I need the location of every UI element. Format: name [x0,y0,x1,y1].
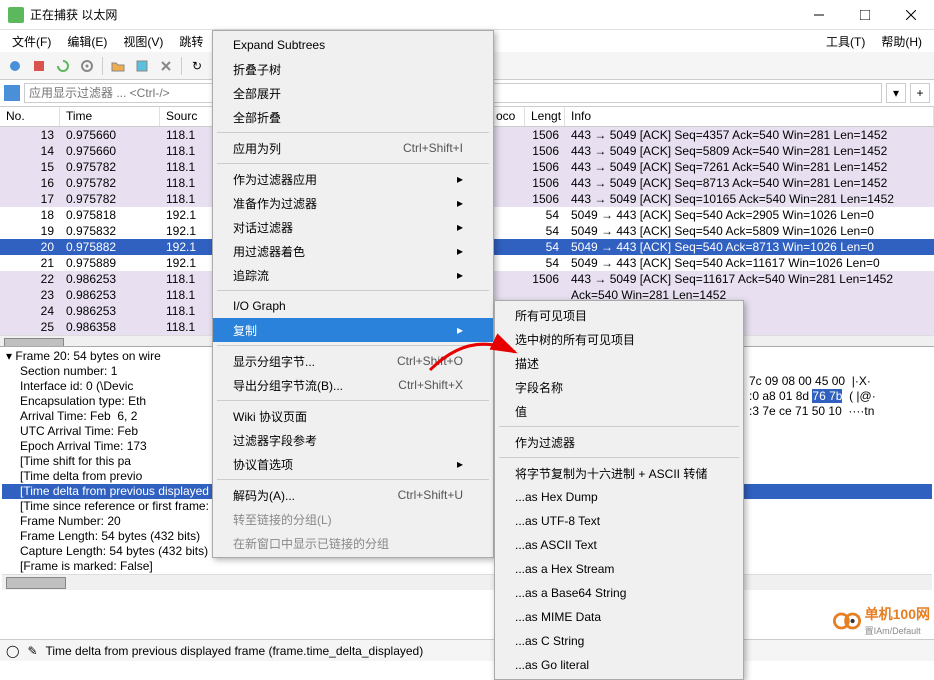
filter-add-button[interactable]: + [910,83,930,103]
hex-line[interactable]: :0 a8 01 8d 76 7b ( |@· [749,389,934,404]
packet-bytes[interactable]: 7c 09 08 00 45 00 |·X·:0 a8 01 8d 76 7b … [749,374,934,434]
menu-item[interactable]: ...as Hex Dump [495,485,743,509]
details-hscroll[interactable] [2,574,932,590]
menu-item[interactable]: 全部展开 [213,81,493,105]
watermark-name: 单机100网 [865,604,930,624]
statusbar: ◯ ✎ Time delta from previous displayed f… [0,639,934,661]
column-length[interactable]: Lengt [525,107,565,126]
menu-item[interactable]: 所有可见项目 [495,303,743,327]
watermark-logo: 单机100网 置IAm/Default [833,604,930,637]
filter-expression-button[interactable]: ▾ [886,83,906,103]
menu-item[interactable]: I/O Graph [213,294,493,318]
app-icon [8,7,24,23]
minimize-button[interactable] [796,0,842,30]
menu-item: 转至链接的分组(L) [213,507,493,531]
menu-item[interactable]: 应用为列Ctrl+Shift+I [213,136,493,160]
start-capture-icon[interactable] [4,55,26,77]
column-time[interactable]: Time [60,107,160,126]
menu-item[interactable]: 过滤器字段参考 [213,428,493,452]
menu-item[interactable]: 描述 [495,351,743,375]
bookmark-icon[interactable] [4,85,20,101]
menu-item[interactable]: Expand Subtrees [213,33,493,57]
menu-item[interactable]: 字段名称 [495,375,743,399]
menu-item[interactable]: ...as ASCII Text [495,533,743,557]
close-file-icon[interactable] [155,55,177,77]
open-file-icon[interactable] [107,55,129,77]
titlebar: 正在捕获 以太网 [0,0,934,30]
menu-tools[interactable]: 工具(T) [818,31,873,52]
menu-item[interactable]: 选中树的所有可见项目 [495,327,743,351]
menu-item[interactable]: 用过滤器着色▸ [213,239,493,263]
column-info[interactable]: Info [565,107,934,126]
menu-item[interactable]: 解码为(A)...Ctrl+Shift+U [213,483,493,507]
menu-item[interactable]: Wiki 协议页面 [213,404,493,428]
menu-item[interactable]: 协议首选项▸ [213,452,493,476]
menu-item[interactable]: ...as C String [495,629,743,653]
window-title: 正在捕获 以太网 [30,6,796,23]
menu-item[interactable]: 全部折叠 [213,105,493,129]
menu-item[interactable]: 作为过滤器 [495,430,743,454]
menu-item[interactable]: 将字节复制为十六进制 + ASCII 转储 [495,461,743,485]
context-menu-main[interactable]: Expand Subtrees折叠子树全部展开全部折叠应用为列Ctrl+Shif… [212,30,494,558]
menu-item: 在新窗口中显示已链接的分组 [213,531,493,555]
menu-item[interactable]: 折叠子树 [213,57,493,81]
watermark-sub: 置IAm/Default [865,624,930,637]
menu-item[interactable]: 值 [495,399,743,423]
stop-capture-icon[interactable] [28,55,50,77]
save-file-icon[interactable] [131,55,153,77]
detail-line[interactable]: [Frame is marked: False] [2,559,932,574]
menu-item[interactable]: ...as a Hex Stream [495,557,743,581]
maximize-button[interactable] [842,0,888,30]
capture-options-icon[interactable] [76,55,98,77]
edit-icon[interactable]: ✎ [27,644,37,658]
menu-item[interactable]: 追踪流▸ [213,263,493,287]
hex-line[interactable]: :3 7e ce 71 50 10 ····tn [749,404,934,419]
menu-item[interactable]: 作为过滤器应用▸ [213,167,493,191]
status-icon: ◯ [6,644,19,658]
close-button[interactable] [888,0,934,30]
menu-edit[interactable]: 编辑(E) [59,31,115,52]
menu-item[interactable]: 对话过滤器▸ [213,215,493,239]
column-no[interactable]: No. [0,107,60,126]
menu-item[interactable]: 复制▸ [213,318,493,342]
menu-file[interactable]: 文件(F) [4,31,59,52]
menu-go[interactable]: 跳转 [171,31,211,52]
menu-item[interactable]: ...as a Base64 String [495,581,743,605]
status-text: Time delta from previous displayed frame… [46,644,424,658]
menu-item[interactable]: ...as MIME Data [495,605,743,629]
hex-line[interactable]: 7c 09 08 00 45 00 |·X· [749,374,934,389]
menu-view[interactable]: 视图(V) [115,31,171,52]
menu-item[interactable]: ...as UTF-8 Text [495,509,743,533]
context-menu-copy[interactable]: 所有可见项目选中树的所有可见项目描述字段名称值作为过滤器将字节复制为十六进制 +… [494,300,744,680]
reload-icon[interactable]: ↻ [186,55,208,77]
menu-item[interactable]: ...as Go literal [495,653,743,677]
menu-item[interactable]: 显示分组字节...Ctrl+Shift+O [213,349,493,373]
restart-capture-icon[interactable] [52,55,74,77]
menu-help[interactable]: 帮助(H) [873,31,930,52]
menu-item[interactable]: 准备作为过滤器▸ [213,191,493,215]
menu-item[interactable]: 导出分组字节流(B)...Ctrl+Shift+X [213,373,493,397]
column-protocol[interactable]: oco [490,107,525,126]
